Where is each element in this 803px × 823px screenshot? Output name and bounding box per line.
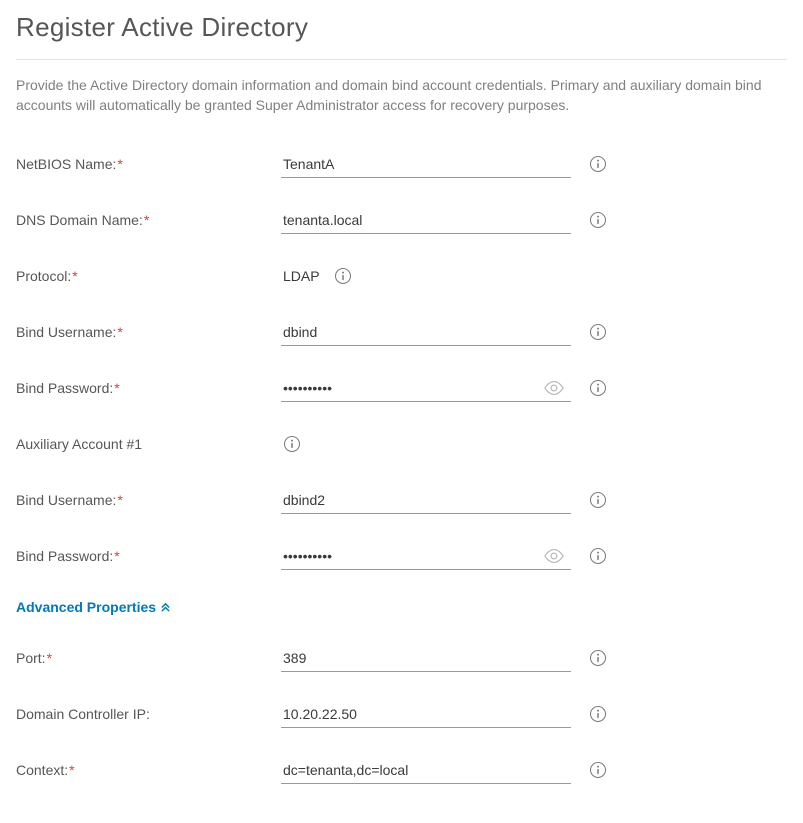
label-dcip: Domain Controller IP: bbox=[16, 706, 281, 722]
info-icon[interactable] bbox=[589, 705, 607, 723]
info-icon[interactable] bbox=[589, 323, 607, 341]
row-aux-user: Bind Username:* bbox=[16, 485, 787, 515]
required-marker: * bbox=[114, 380, 119, 396]
bind-password-input[interactable] bbox=[281, 375, 571, 402]
info-icon[interactable] bbox=[589, 547, 607, 565]
row-context: Context:* bbox=[16, 755, 787, 785]
row-dcip: Domain Controller IP: bbox=[16, 699, 787, 729]
context-input[interactable] bbox=[281, 757, 571, 784]
label-bind-pass: Bind Password:* bbox=[16, 380, 281, 396]
bind-username-input[interactable] bbox=[281, 319, 571, 346]
info-icon[interactable] bbox=[334, 267, 352, 285]
info-icon[interactable] bbox=[589, 379, 607, 397]
page-description: Provide the Active Directory domain info… bbox=[16, 76, 787, 115]
label-protocol: Protocol:* bbox=[16, 268, 281, 284]
label-aux-user: Bind Username:* bbox=[16, 492, 281, 508]
label-dns: DNS Domain Name:* bbox=[16, 212, 281, 228]
row-aux-section: Auxiliary Account #1 bbox=[16, 429, 787, 459]
label-bind-user: Bind Username:* bbox=[16, 324, 281, 340]
label-aux-pass: Bind Password:* bbox=[16, 548, 281, 564]
netbios-input[interactable] bbox=[281, 151, 571, 178]
required-marker: * bbox=[117, 324, 122, 340]
protocol-value: LDAP bbox=[281, 262, 354, 290]
row-port: Port:* bbox=[16, 643, 787, 673]
ad-form: NetBIOS Name:* DNS Domain Name:* Protoco… bbox=[16, 149, 787, 785]
aux-password-input[interactable] bbox=[281, 543, 571, 570]
chevrons-up-icon bbox=[160, 602, 171, 613]
required-marker: * bbox=[47, 650, 52, 666]
dcip-input[interactable] bbox=[281, 701, 571, 728]
info-icon[interactable] bbox=[589, 211, 607, 229]
info-icon[interactable] bbox=[589, 491, 607, 509]
label-aux-section: Auxiliary Account #1 bbox=[16, 436, 281, 452]
required-marker: * bbox=[144, 212, 149, 228]
info-icon[interactable] bbox=[589, 649, 607, 667]
row-bind-user: Bind Username:* bbox=[16, 317, 787, 347]
dns-input[interactable] bbox=[281, 207, 571, 234]
required-marker: * bbox=[69, 762, 74, 778]
label-netbios: NetBIOS Name:* bbox=[16, 156, 281, 172]
info-icon[interactable] bbox=[589, 761, 607, 779]
required-marker: * bbox=[117, 156, 122, 172]
required-marker: * bbox=[117, 492, 122, 508]
row-dns: DNS Domain Name:* bbox=[16, 205, 787, 235]
port-input[interactable] bbox=[281, 645, 571, 672]
eye-icon[interactable] bbox=[543, 380, 565, 396]
label-context: Context:* bbox=[16, 762, 281, 778]
info-icon[interactable] bbox=[589, 155, 607, 173]
advanced-properties-toggle[interactable]: Advanced Properties bbox=[16, 599, 171, 615]
row-aux-pass: Bind Password:* bbox=[16, 541, 787, 571]
required-marker: * bbox=[114, 548, 119, 564]
label-port: Port:* bbox=[16, 650, 281, 666]
eye-icon[interactable] bbox=[543, 548, 565, 564]
info-icon[interactable] bbox=[283, 435, 301, 453]
row-protocol: Protocol:* LDAP bbox=[16, 261, 787, 291]
aux-username-input[interactable] bbox=[281, 487, 571, 514]
page-title: Register Active Directory bbox=[16, 12, 787, 60]
row-bind-pass: Bind Password:* bbox=[16, 373, 787, 403]
row-netbios: NetBIOS Name:* bbox=[16, 149, 787, 179]
required-marker: * bbox=[72, 268, 77, 284]
